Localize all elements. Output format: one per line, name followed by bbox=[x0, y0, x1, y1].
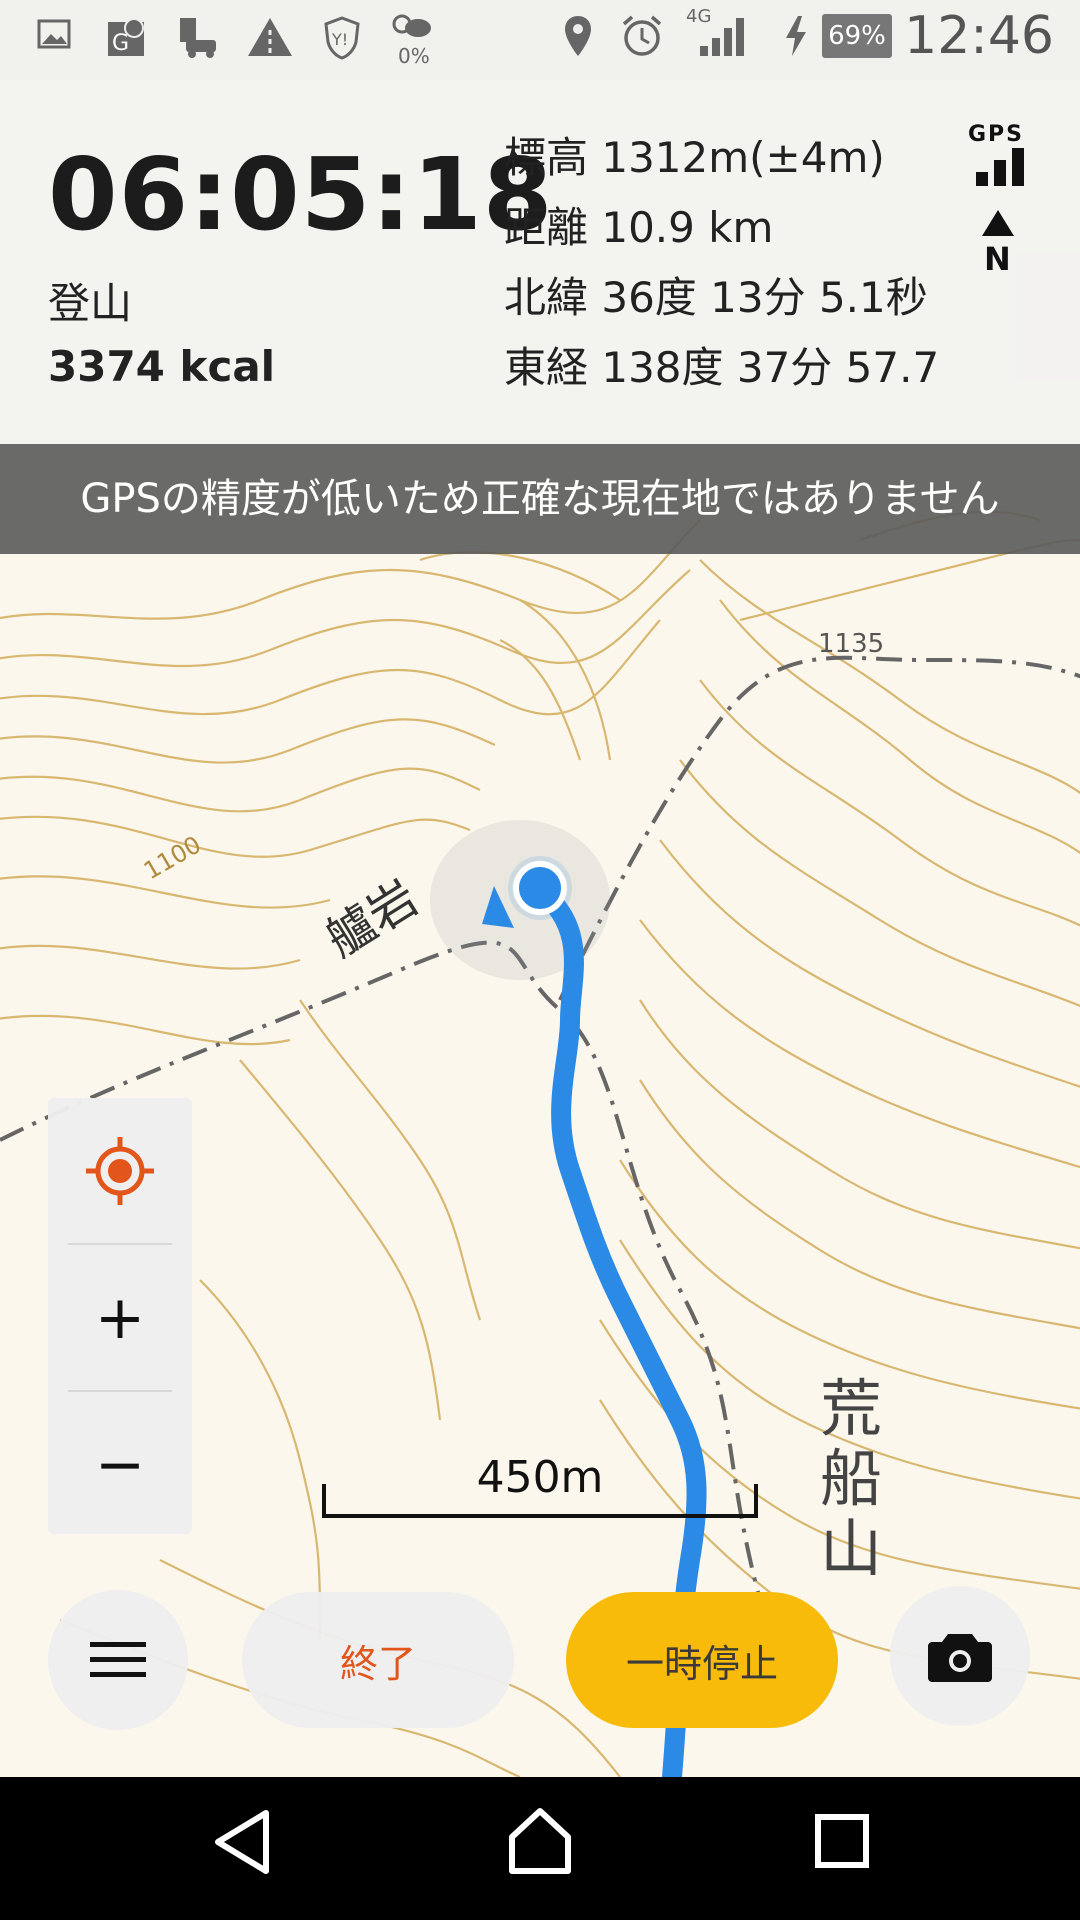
current-location-dot bbox=[513, 861, 567, 915]
location-icon bbox=[565, 16, 591, 56]
zoom-in-label: + bbox=[94, 1282, 146, 1353]
map-label-arafuneyama-2: 船 bbox=[820, 1442, 882, 1515]
zoom-out-button[interactable]: − bbox=[48, 1392, 192, 1537]
battery-icon: 69% bbox=[822, 14, 892, 58]
menu-button[interactable] bbox=[48, 1590, 188, 1730]
camera-button[interactable] bbox=[890, 1586, 1030, 1726]
gps-signal-icon bbox=[976, 148, 1024, 186]
camera-icon bbox=[928, 1634, 992, 1682]
status-bar: G Y! 0% 4G 69% 12:46 bbox=[0, 0, 1080, 80]
svg-text:N: N bbox=[984, 240, 1011, 272]
gps-label: GPS bbox=[968, 122, 1025, 147]
status-time: 12:46 bbox=[904, 6, 1054, 66]
hamburger-menu-icon bbox=[90, 1642, 146, 1677]
gps-accuracy-banner: GPSの精度が低いため正確な現在地ではありません bbox=[0, 444, 1080, 554]
elapsed-time: 06:05:18 bbox=[48, 136, 554, 253]
map-scale-bar: 450m bbox=[322, 1452, 758, 1524]
gallery-icon bbox=[37, 19, 71, 49]
elevation: 標高 1312m(±4m) bbox=[504, 133, 885, 182]
weather-icon bbox=[392, 14, 431, 37]
map-label-1135: 1135 bbox=[818, 629, 884, 659]
pause-button[interactable]: 一時停止 bbox=[566, 1592, 838, 1728]
scale-label: 450m bbox=[476, 1452, 604, 1503]
parking-icon bbox=[180, 18, 216, 58]
calories: 3374 kcal bbox=[48, 342, 276, 391]
weather-percent: 0% bbox=[398, 44, 430, 68]
svg-text:G: G bbox=[112, 31, 129, 56]
longitude: 東経 138度 37分 57.7 bbox=[504, 343, 940, 392]
svg-text:Y!: Y! bbox=[331, 30, 348, 49]
tracking-info-panel: 06:05:18 登山 3374 kcal 標高 1312m(±4m) 距離 1… bbox=[0, 80, 1080, 444]
recents-icon[interactable] bbox=[812, 1807, 872, 1877]
map-label-arafuneyama-3: 山 bbox=[820, 1512, 882, 1585]
android-nav-bar bbox=[0, 1777, 1080, 1920]
latitude: 北緯 36度 13分 5.1秒 bbox=[504, 273, 928, 322]
zoom-out-label: − bbox=[94, 1429, 146, 1500]
back-icon[interactable] bbox=[210, 1807, 274, 1877]
compass-north-icon[interactable]: N bbox=[980, 208, 1016, 272]
signal-icon bbox=[700, 18, 744, 56]
google-maps-icon: G bbox=[108, 18, 144, 56]
map-label-arafuneyama-1: 荒 bbox=[820, 1372, 882, 1445]
activity-type: 登山 bbox=[48, 279, 133, 328]
end-button[interactable]: 終了 bbox=[242, 1592, 514, 1728]
warning-road-icon bbox=[248, 18, 292, 56]
map-controls: + − bbox=[48, 1098, 192, 1534]
alarm-icon bbox=[622, 15, 662, 56]
distance: 距離 10.9 km bbox=[504, 203, 774, 252]
zoom-in-button[interactable]: + bbox=[48, 1245, 192, 1390]
home-icon[interactable] bbox=[506, 1807, 574, 1877]
locate-target-icon bbox=[86, 1136, 154, 1205]
charging-icon bbox=[786, 16, 806, 56]
locate-button[interactable] bbox=[48, 1098, 192, 1243]
yahoo-shield-icon: Y! bbox=[324, 16, 360, 60]
